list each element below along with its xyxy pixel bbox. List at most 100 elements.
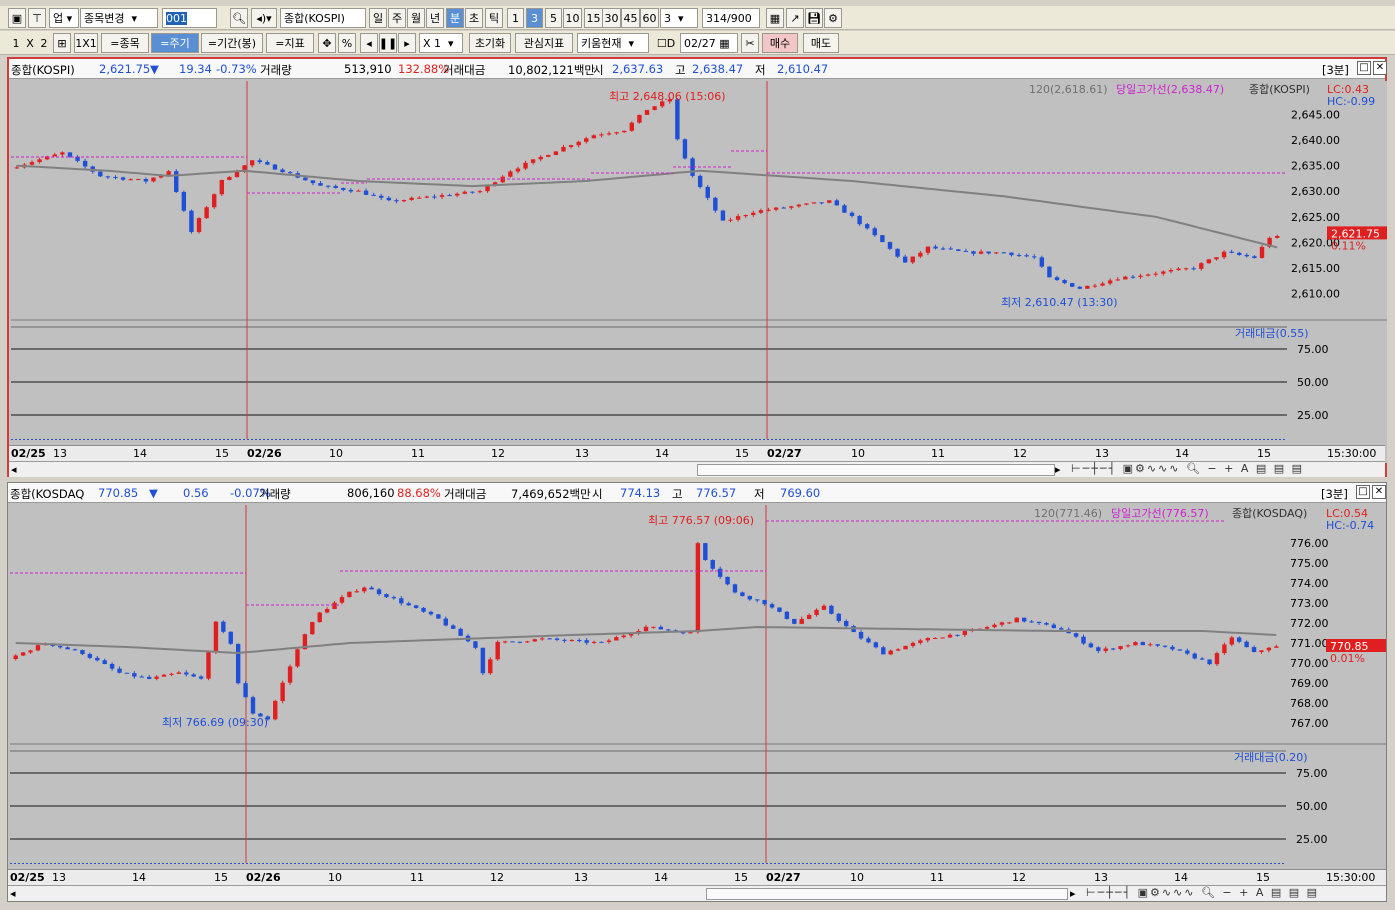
- candle: [295, 648, 300, 668]
- save-icon[interactable]: 💾︎: [805, 8, 823, 28]
- period-4-button[interactable]: 분: [446, 8, 464, 28]
- percent-button[interactable]: %: [338, 33, 356, 53]
- period-5-button[interactable]: 초: [465, 8, 483, 28]
- interval-15-button[interactable]: 15: [584, 8, 603, 28]
- layout-x[interactable]: X: [24, 33, 36, 53]
- trend-tool-icon[interactable]: ↗: [786, 8, 804, 28]
- buy-button[interactable]: 매수: [762, 33, 798, 53]
- chart-tools-strip[interactable]: ⊢─┼─┤ ▣⚙∿∿∿ 🔍︎ − + A ▤ ▤ ▤: [1086, 886, 1319, 899]
- scroll-right-icon[interactable]: ▸: [1055, 463, 1061, 476]
- kiwoom-current-select[interactable]: 키움현재 ▾: [577, 33, 649, 53]
- interval-45-button[interactable]: 45: [621, 8, 640, 28]
- chart-tools-strip[interactable]: ⊢─┼─┤ ▣⚙∿∿∿ 🔍︎ − + A ▤ ▤ ▤: [1071, 462, 1304, 475]
- maximize-icon[interactable]: □: [1356, 485, 1370, 499]
- y-tick-label: 2,625.00: [1291, 211, 1340, 224]
- sound-icon[interactable]: ◂)▾: [251, 8, 277, 28]
- x-tick-label: 10: [850, 871, 864, 884]
- code-input[interactable]: 001: [162, 8, 217, 28]
- candle: [280, 680, 285, 704]
- interval-3-button[interactable]: 3: [526, 8, 543, 28]
- min-annotation: 최저 2,610.47 (13:30): [1001, 296, 1118, 309]
- interval-10-button[interactable]: 10: [563, 8, 582, 28]
- d-checkbox[interactable]: ☐ D: [654, 33, 678, 53]
- layout-2[interactable]: 2: [38, 33, 50, 53]
- x-tick-label: 14: [1175, 447, 1189, 460]
- candle: [235, 643, 241, 685]
- scroll-thumb[interactable]: [706, 888, 1068, 900]
- period-0-button[interactable]: 일: [369, 8, 387, 28]
- count-field[interactable]: 314/900: [702, 8, 760, 28]
- interval-5-button[interactable]: 5: [545, 8, 562, 28]
- period-sync-button[interactable]: =주기: [151, 33, 199, 53]
- scroll-left-icon[interactable]: ◂: [10, 887, 16, 900]
- reset-button[interactable]: 초기화: [469, 33, 511, 53]
- down-arrow-icon: ▼: [149, 486, 158, 500]
- candle: [98, 171, 103, 178]
- chart-scrollbar[interactable]: ◂ ▸ ⊢─┼─┤ ▣⚙∿∿∿ 🔍︎ − + A ▤ ▤ ▤: [8, 885, 1386, 901]
- date-input[interactable]: 02/27 ▦: [680, 33, 738, 53]
- search-icon[interactable]: 🔍︎: [230, 8, 248, 28]
- amount-value: 7,469,652백만: [511, 487, 591, 501]
- next-icon[interactable]: ▸: [398, 33, 416, 53]
- indicator-sync-button[interactable]: =지표: [266, 33, 314, 53]
- chart-area[interactable]: 776.00 775.00 774.00 773.00 772.00 771.00 770.…: [10, 505, 1386, 890]
- x-tick-label: 14: [655, 447, 669, 460]
- y-tick-label: 773.00: [1290, 597, 1329, 610]
- sell-button[interactable]: 매도: [803, 33, 839, 53]
- period-2-button[interactable]: 월: [407, 8, 425, 28]
- watch-indicator-button[interactable]: 관심지표: [515, 33, 573, 53]
- x-tick-label: 02/27: [767, 447, 802, 460]
- pin-icon[interactable]: ⊤: [28, 8, 46, 28]
- high-label: 고: [675, 63, 686, 77]
- pause-icon[interactable]: ❚❚: [379, 33, 397, 53]
- symbol-sync-button[interactable]: =종목: [101, 33, 149, 53]
- daily-high-legend: 당일고가선(776.57): [1111, 506, 1209, 520]
- x-tick-label: 11: [410, 871, 424, 884]
- crosshair-icon[interactable]: ✥: [318, 33, 336, 53]
- close-icon[interactable]: ✕: [1373, 61, 1387, 75]
- daily-high-legend: 당일고가선(2,638.47): [1116, 82, 1224, 96]
- low-value: 769.60: [780, 486, 821, 500]
- close-icon[interactable]: ✕: [1372, 485, 1386, 499]
- layout-1x1-button[interactable]: 1X1: [74, 33, 98, 53]
- symbol-change-select[interactable]: 종목변경 ▾: [80, 8, 158, 28]
- settings-gear-icon[interactable]: ⚙: [824, 8, 842, 28]
- interval-60-button[interactable]: 60: [640, 8, 659, 28]
- x-tick-label: 15: [734, 871, 748, 884]
- chart-arrange-icon[interactable]: ▦: [766, 8, 784, 28]
- scroll-left-icon[interactable]: ◂: [11, 463, 17, 476]
- grid-icon[interactable]: ⊞: [53, 33, 71, 53]
- scroll-right-icon[interactable]: ▸: [1070, 887, 1076, 900]
- candle: [136, 178, 141, 181]
- hc-label: HC:-0.74: [1326, 519, 1374, 532]
- period-3-button[interactable]: 년: [426, 8, 444, 28]
- amount-label: 거래대금: [444, 487, 487, 501]
- scissors-icon[interactable]: ✂: [741, 33, 759, 53]
- period-1-button[interactable]: 주: [388, 8, 406, 28]
- zoom-select[interactable]: X 1 ▾: [419, 33, 463, 53]
- upjong-select[interactable]: 업 ▾: [49, 8, 79, 28]
- candle: [436, 614, 441, 619]
- interval-1-button[interactable]: 1: [507, 8, 524, 28]
- interval-30-button[interactable]: 30: [602, 8, 621, 28]
- candle: [347, 591, 352, 598]
- volume-rate: 88.68%: [397, 486, 441, 500]
- ma-legend: 120(2,618.61): [1029, 83, 1108, 96]
- chart-scrollbar[interactable]: ◂ ▸ ⊢─┼─┤ ▣⚙∿∿∿ 🔍︎ − + A ▤ ▤ ▤: [9, 461, 1385, 477]
- prev-icon[interactable]: ◂: [360, 33, 378, 53]
- layout-1[interactable]: 1: [10, 33, 22, 53]
- high-value: 2,638.47: [692, 62, 744, 76]
- x-axis: 02/25 13 14 15 02/26 10 11 12 13 14 15 02/27 10 11 12 1…: [8, 869, 1386, 885]
- y-tick-label: 772.00: [1290, 617, 1329, 630]
- y-tick-label: 771.00: [1290, 637, 1329, 650]
- candle: [287, 664, 293, 685]
- interval-input[interactable]: 3 ▾: [660, 8, 698, 28]
- period-6-button[interactable]: 틱: [485, 8, 503, 28]
- candle: [792, 618, 797, 625]
- chart-area[interactable]: 2,645.00 2,640.00 2,635.00 2,630.00 2,625.00…: [11, 81, 1387, 466]
- window-icon[interactable]: ▣: [8, 8, 26, 28]
- maximize-icon[interactable]: □: [1357, 61, 1371, 75]
- x-tick-label: 14: [133, 447, 147, 460]
- scroll-thumb[interactable]: [697, 464, 1055, 476]
- range-sync-button[interactable]: =기간(봉): [201, 33, 263, 53]
